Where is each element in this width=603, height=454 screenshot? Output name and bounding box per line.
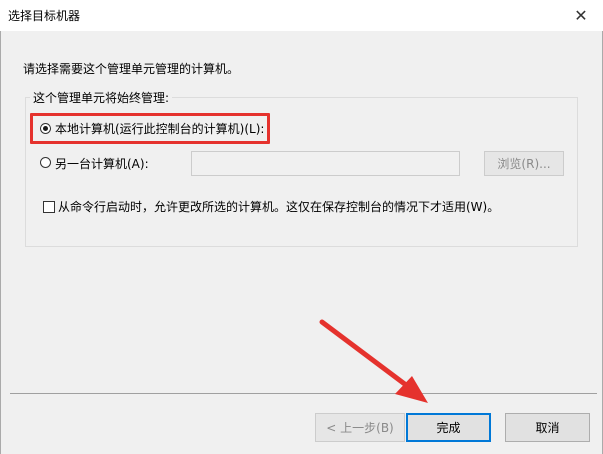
another-computer-label[interactable]: 另一台计算机(A): — [55, 155, 149, 172]
window-border-left — [0, 31, 1, 454]
cancel-button[interactable]: 取消 — [505, 413, 590, 442]
remote-computer-field[interactable] — [191, 151, 460, 176]
close-icon: ✕ — [574, 6, 588, 25]
annotation-highlight-box — [30, 113, 270, 144]
allow-change-checkbox[interactable] — [43, 201, 55, 213]
title-bar: 选择目标机器 ✕ — [0, 0, 603, 31]
allow-change-label[interactable]: 从命令行启动时，允许更改所选的计算机。这仅在保存控制台的情况下才适用(W)。 — [58, 198, 499, 215]
close-button[interactable]: ✕ — [559, 0, 603, 31]
footer-separator — [10, 393, 597, 394]
window-title: 选择目标机器 — [8, 9, 81, 23]
finish-button[interactable]: 完成 — [406, 413, 491, 442]
instruction-text: 请选择需要这个管理单元管理的计算机。 — [23, 62, 240, 76]
browse-button[interactable]: 浏览(R)... — [484, 151, 564, 176]
group-legend: 这个管理单元将始终管理: — [30, 89, 173, 106]
another-computer-radio[interactable] — [40, 157, 51, 168]
back-button[interactable]: < 上一步(B) — [315, 413, 405, 442]
